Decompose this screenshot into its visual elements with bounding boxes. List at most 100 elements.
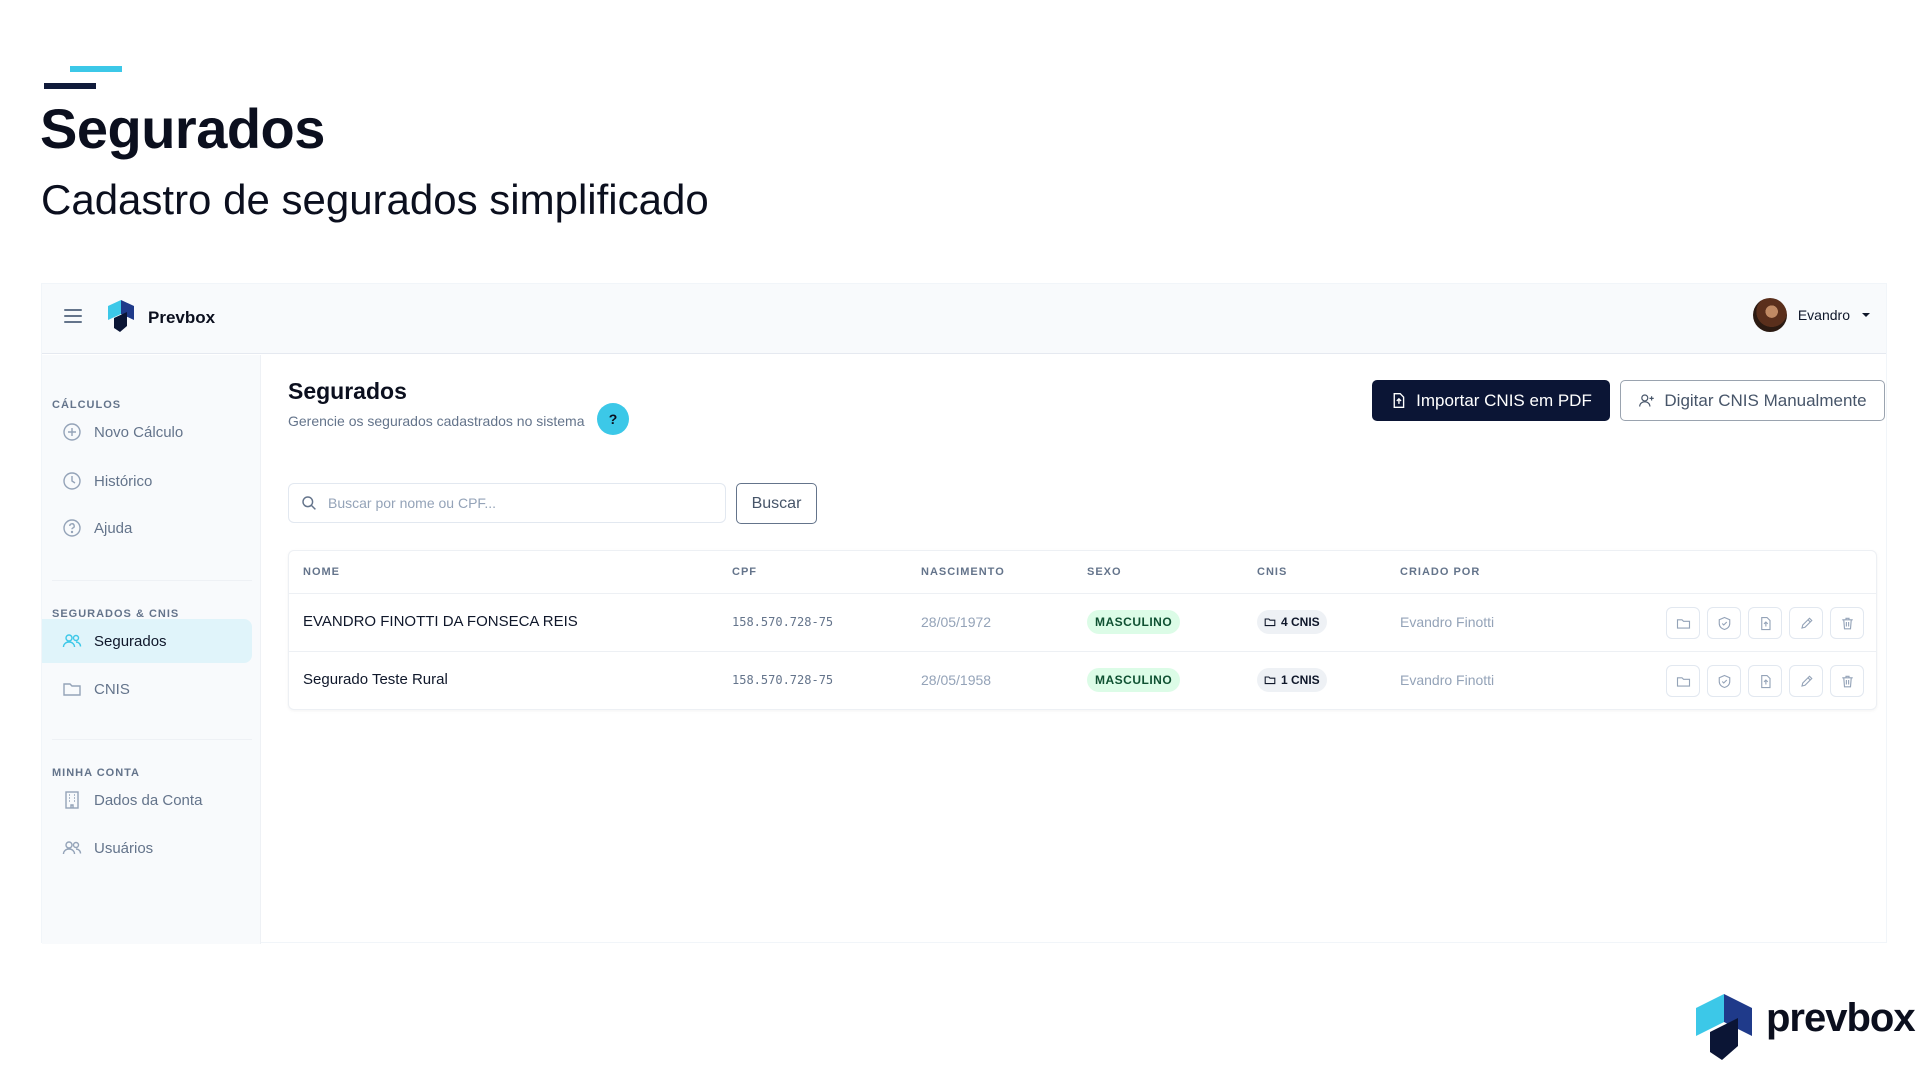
sidebar-item-label: Ajuda [94,519,133,537]
import-cnis-pdf-button[interactable]: Importar CNIS em PDF [1372,380,1610,421]
sidebar-item-label: Histórico [94,472,153,490]
trash-icon [1841,675,1853,687]
delete-button[interactable] [1830,607,1864,639]
shield-icon [1718,616,1730,630]
shield-icon [1718,674,1730,688]
cell-nascimento: 28/05/1972 [921,614,992,630]
help-button[interactable]: ? [597,403,629,435]
folder-icon [1676,676,1690,687]
sidebar-item-novo-calculo[interactable]: Novo Cálculo [42,410,252,454]
folder-icon [1676,618,1690,629]
sidebar-item-cnis[interactable]: CNIS [42,667,252,711]
search-input[interactable] [328,495,708,511]
status-badge: MASCULINO [1087,610,1181,634]
open-folder-button[interactable] [1666,607,1700,639]
sidebar-item-label: Dados da Conta [94,791,203,809]
sidebar-divider [52,739,252,740]
page-title: Segurados [288,378,407,404]
sidebar: CÁLCULOS Novo Cálculo Histórico Ajuda SE… [42,355,261,944]
sidebar-item-label: Segurados [94,632,167,650]
page-description: Gerencie os segurados cadastrados no sis… [288,413,585,429]
cnis-count-label: 4 CNIS [1281,615,1320,629]
edit-button[interactable] [1789,665,1823,697]
clock-icon [63,472,81,490]
search-box[interactable] [288,483,726,523]
segurados-table: NOME CPF NASCIMENTO SEXO CNIS CRIADO POR… [288,550,1877,710]
row-actions [1659,607,1864,639]
sidebar-item-ajuda[interactable]: Ajuda [42,506,252,550]
sidebar-item-segurados[interactable]: Segurados [42,619,252,663]
sidebar-item-label: Usuários [94,839,154,857]
file-upload-icon [1393,393,1405,408]
column-header-criado-por[interactable]: CRIADO POR [1400,566,1480,578]
app-window: Prevbox Evandro CÁLCULOS Novo Cálculo Hi… [41,283,1887,944]
column-header-cnis[interactable]: CNIS [1257,566,1287,578]
cell-criado-por: Evandro Finotti [1400,672,1495,688]
table-row[interactable]: Segurado Teste Rural 158.570.728-75 28/0… [289,652,1876,710]
accent-bar-light [70,66,122,72]
manual-cnis-button[interactable]: Digitar CNIS Manualmente [1620,380,1885,421]
shield-button[interactable] [1707,607,1741,639]
pencil-icon [1800,616,1813,629]
cnis-count-badge[interactable]: 1 CNIS [1257,668,1327,692]
sidebar-item-label: Novo Cálculo [94,423,184,441]
topbar: Prevbox Evandro [42,284,1886,354]
sidebar-item-usuarios[interactable]: Usuários [42,826,252,870]
column-header-nascimento[interactable]: NASCIMENTO [921,566,1005,578]
user-name: Evandro [1797,307,1850,323]
slide-title: Segurados [40,97,325,160]
chevron-down-icon[interactable] [1862,313,1870,317]
help-circle-icon [63,519,81,537]
accent-bar-dark [44,83,96,89]
table-header: NOME CPF NASCIMENTO SEXO CNIS CRIADO POR [289,551,1876,594]
users-icon [62,634,82,648]
delete-button[interactable] [1830,665,1864,697]
column-header-nome[interactable]: NOME [303,566,340,578]
cell-criado-por: Evandro Finotti [1400,614,1495,630]
prevbox-logo-icon [108,300,134,332]
cell-cpf: 158.570.728-75 [732,615,834,629]
search-button[interactable]: Buscar [736,483,817,524]
folder-icon [1264,676,1276,685]
avatar[interactable] [1752,298,1787,332]
search-icon [302,496,316,510]
prevbox-footer-logo-icon [1696,994,1752,1060]
pencil-icon [1800,674,1813,687]
folder-icon [1264,618,1276,627]
cell-nascimento: 28/05/1958 [921,672,992,688]
cell-cpf: 158.570.728-75 [732,673,834,687]
plus-circle-icon [63,423,81,441]
table-row[interactable]: EVANDRO FINOTTI DA FONSECA REIS 158.570.… [289,594,1876,652]
sidebar-item-dados-da-conta[interactable]: Dados da Conta [42,778,252,822]
users-icon [62,841,82,855]
slide-subtitle: Cadastro de segurados simplificado [41,176,709,223]
shield-button[interactable] [1707,665,1741,697]
trash-icon [1841,617,1853,629]
footer-brand: prevbox [1766,996,1916,1040]
user-menu[interactable]: Evandro [1752,297,1870,333]
building-icon [65,791,79,809]
sidebar-divider [52,580,252,581]
file-upload-icon [1760,674,1771,688]
sidebar-item-historico[interactable]: Histórico [42,459,252,503]
cnis-count-label: 1 CNIS [1281,673,1320,687]
column-header-cpf[interactable]: CPF [732,566,757,578]
cell-nome: Segurado Teste Rural [303,671,448,688]
upload-file-button[interactable] [1748,665,1782,697]
cnis-count-badge[interactable]: 4 CNIS [1257,610,1327,634]
edit-button[interactable] [1789,607,1823,639]
hamburger-menu-icon[interactable] [64,309,82,327]
folder-icon [63,683,81,696]
import-cnis-pdf-label: Importar CNIS em PDF [1416,390,1592,410]
status-badge: MASCULINO [1087,668,1181,692]
row-actions [1659,665,1864,697]
brand-name: Prevbox [148,308,216,327]
file-upload-icon [1760,616,1771,630]
cell-nome: EVANDRO FINOTTI DA FONSECA REIS [303,613,578,630]
upload-file-button[interactable] [1748,607,1782,639]
manual-cnis-label: Digitar CNIS Manualmente [1664,390,1867,410]
column-header-sexo[interactable]: SEXO [1087,566,1122,578]
open-folder-button[interactable] [1666,665,1700,697]
accent-bars [44,66,124,90]
sidebar-item-label: CNIS [94,680,130,698]
